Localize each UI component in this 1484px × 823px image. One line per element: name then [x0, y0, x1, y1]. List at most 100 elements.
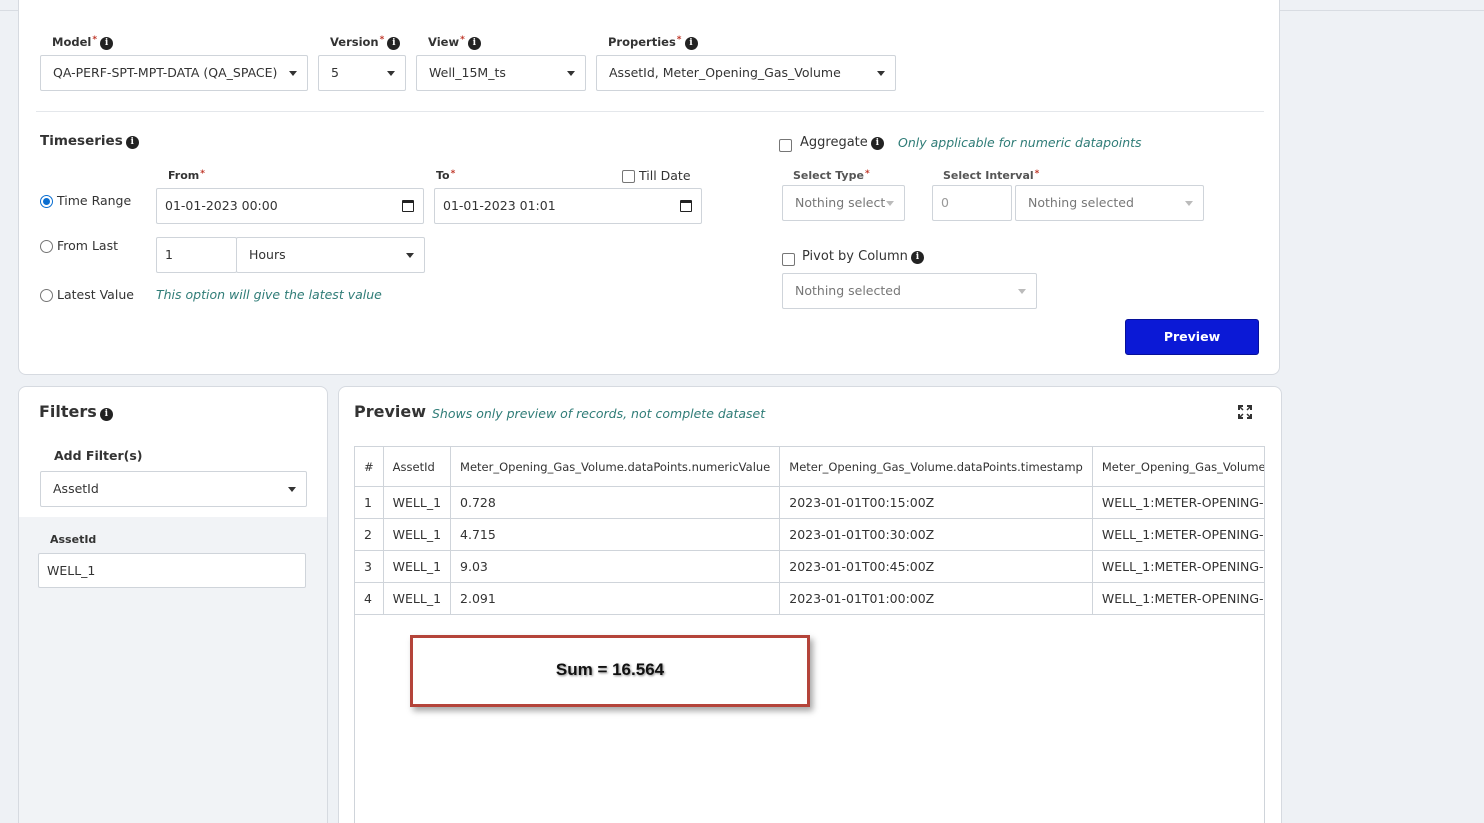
latest-value-radio[interactable] — [40, 289, 53, 302]
add-filter-label: Add Filter(s) — [54, 448, 143, 463]
select-type-select[interactable]: Nothing select — [782, 185, 905, 221]
table-cell: 9.03 — [450, 550, 781, 583]
table-cell: WELL_1 — [382, 582, 452, 615]
chevron-down-icon — [1018, 289, 1026, 294]
latest-value-label: Latest Value — [57, 287, 134, 302]
table-cell: 3 — [355, 550, 384, 583]
info-icon[interactable]: i — [125, 136, 139, 149]
table-cell: WELL_1 — [382, 550, 452, 583]
info-icon[interactable]: i — [467, 37, 481, 50]
info-icon[interactable]: i — [387, 37, 401, 50]
pivot-label: Pivot by Column i — [802, 249, 924, 264]
timeseries-title: Timeseries i — [40, 133, 139, 149]
pivot-column-value: Nothing selected — [795, 283, 901, 298]
to-datetime-input[interactable]: 01-01-2023 01:01 — [434, 188, 702, 224]
column-header[interactable]: AssetId — [382, 447, 452, 487]
interval-input[interactable]: 0 — [932, 185, 1012, 221]
latest-value-hint: This option will give the latest value — [156, 287, 382, 302]
info-icon[interactable]: i — [99, 408, 113, 421]
table-cell: WELL_1 — [382, 518, 452, 551]
table-cell: WELL_1:METER-OPENING-GAS-V — [1091, 550, 1264, 583]
expand-icon[interactable] — [1237, 404, 1253, 420]
table-cell: 2.091 — [450, 582, 781, 615]
table-row: 1 WELL_1 0.728 2023-01-01T00:15:00Z WELL… — [355, 486, 1264, 519]
add-filter-select[interactable]: AssetId — [40, 471, 307, 507]
version-label: Version* i — [330, 35, 401, 50]
table-cell: 2023-01-01T00:45:00Z — [779, 550, 1093, 583]
table-header-row: # AssetId Meter_Opening_Gas_Volume.dataP… — [355, 447, 1264, 487]
preview-button[interactable]: Preview — [1125, 319, 1259, 355]
pivot-column-select[interactable]: Nothing selected — [782, 273, 1037, 309]
interval-value: 0 — [941, 195, 949, 210]
properties-select[interactable]: AssetId, Meter_Opening_Gas_Volume — [596, 55, 896, 91]
table-cell: WELL_1:METER-OPENING-GAS-V — [1091, 582, 1264, 615]
chevron-down-icon — [886, 201, 894, 206]
view-select[interactable]: Well_15M_ts — [416, 55, 586, 91]
info-icon[interactable]: i — [100, 37, 114, 50]
chevron-down-icon — [567, 71, 575, 76]
select-type-label: Select Type* — [793, 169, 870, 182]
calendar-icon[interactable] — [402, 200, 414, 212]
assetid-filter-input[interactable]: WELL_1 — [38, 553, 306, 588]
table-row: 4 WELL_1 2.091 2023-01-01T01:00:00Z WELL… — [355, 582, 1264, 615]
aggregate-checkbox[interactable] — [779, 139, 792, 152]
model-label: Model* i — [52, 35, 114, 50]
info-icon[interactable]: i — [684, 37, 698, 50]
column-header[interactable]: Meter_Opening_Gas_Volume.dataPoints.time… — [779, 447, 1093, 487]
table-cell: 0.728 — [450, 486, 781, 519]
add-filter-value: AssetId — [53, 481, 99, 496]
table-cell: 2 — [355, 518, 384, 551]
table-cell: 4.715 — [450, 518, 781, 551]
till-date-checkbox[interactable] — [622, 170, 635, 183]
chevron-down-icon — [877, 71, 885, 76]
from-datetime-value: 01-01-2023 00:00 — [165, 198, 278, 213]
to-label: To* — [436, 169, 456, 182]
table-cell: 1 — [355, 486, 384, 519]
chevron-down-icon — [387, 71, 395, 76]
table-cell: WELL_1 — [382, 486, 452, 519]
to-datetime-value: 01-01-2023 01:01 — [443, 198, 556, 213]
column-header[interactable]: Meter_Opening_Gas_Volume.dataPoints.nume… — [450, 447, 781, 487]
info-icon[interactable]: i — [910, 251, 924, 264]
properties-label: Properties* i — [608, 35, 698, 50]
preview-table: # AssetId Meter_Opening_Gas_Volume.dataP… — [355, 447, 1264, 615]
select-type-value: Nothing select — [795, 195, 886, 210]
from-label: From* — [168, 169, 205, 182]
till-date-label: Till Date — [639, 168, 691, 183]
time-range-radio[interactable] — [40, 195, 53, 208]
version-select-value: 5 — [331, 65, 339, 80]
chevron-down-icon — [406, 253, 414, 258]
assetid-filter-label: AssetId — [50, 533, 97, 546]
model-select[interactable]: QA-PERF-SPT-MPT-DATA (QA_SPACE) — [40, 55, 308, 91]
table-cell: WELL_1:METER-OPENING-GAS-V — [1091, 518, 1264, 551]
from-last-radio[interactable] — [40, 240, 53, 253]
table-cell: 4 — [355, 582, 384, 615]
interval-unit-select[interactable]: Nothing selected — [1015, 185, 1204, 221]
properties-select-value: AssetId, Meter_Opening_Gas_Volume — [609, 65, 841, 80]
assetid-filter-value: WELL_1 — [47, 563, 96, 578]
view-select-value: Well_15M_ts — [429, 65, 506, 80]
view-label: View* i — [428, 35, 481, 50]
chevron-down-icon — [1185, 201, 1193, 206]
column-header[interactable]: # — [355, 447, 384, 487]
info-icon[interactable]: i — [870, 137, 884, 150]
table-cell: 2023-01-01T01:00:00Z — [779, 582, 1093, 615]
from-last-unit-value: Hours — [249, 247, 286, 262]
pivot-checkbox[interactable] — [782, 253, 795, 266]
sum-annotation-text: Sum = 16.564 — [555, 660, 665, 679]
calendar-icon[interactable] — [680, 200, 692, 212]
chevron-down-icon — [288, 487, 296, 492]
table-cell: WELL_1:METER-OPENING-GAS-V — [1091, 486, 1264, 519]
aggregate-hint: Only applicable for numeric datapoints — [898, 135, 1142, 150]
from-last-amount-input[interactable]: 1 — [156, 237, 237, 273]
table-cell: 2023-01-01T00:30:00Z — [779, 518, 1093, 551]
filters-title: Filters i — [39, 402, 113, 421]
from-last-amount-value: 1 — [165, 247, 173, 262]
interval-unit-value: Nothing selected — [1028, 195, 1134, 210]
preview-hint: Shows only preview of records, not compl… — [432, 406, 766, 421]
column-header[interactable]: Meter_Opening_Gas_Volume.extern — [1091, 447, 1264, 487]
version-select[interactable]: 5 — [318, 55, 406, 91]
from-datetime-input[interactable]: 01-01-2023 00:00 — [156, 188, 424, 224]
time-range-label: Time Range — [57, 193, 132, 208]
from-last-unit-select[interactable]: Hours — [236, 237, 425, 273]
